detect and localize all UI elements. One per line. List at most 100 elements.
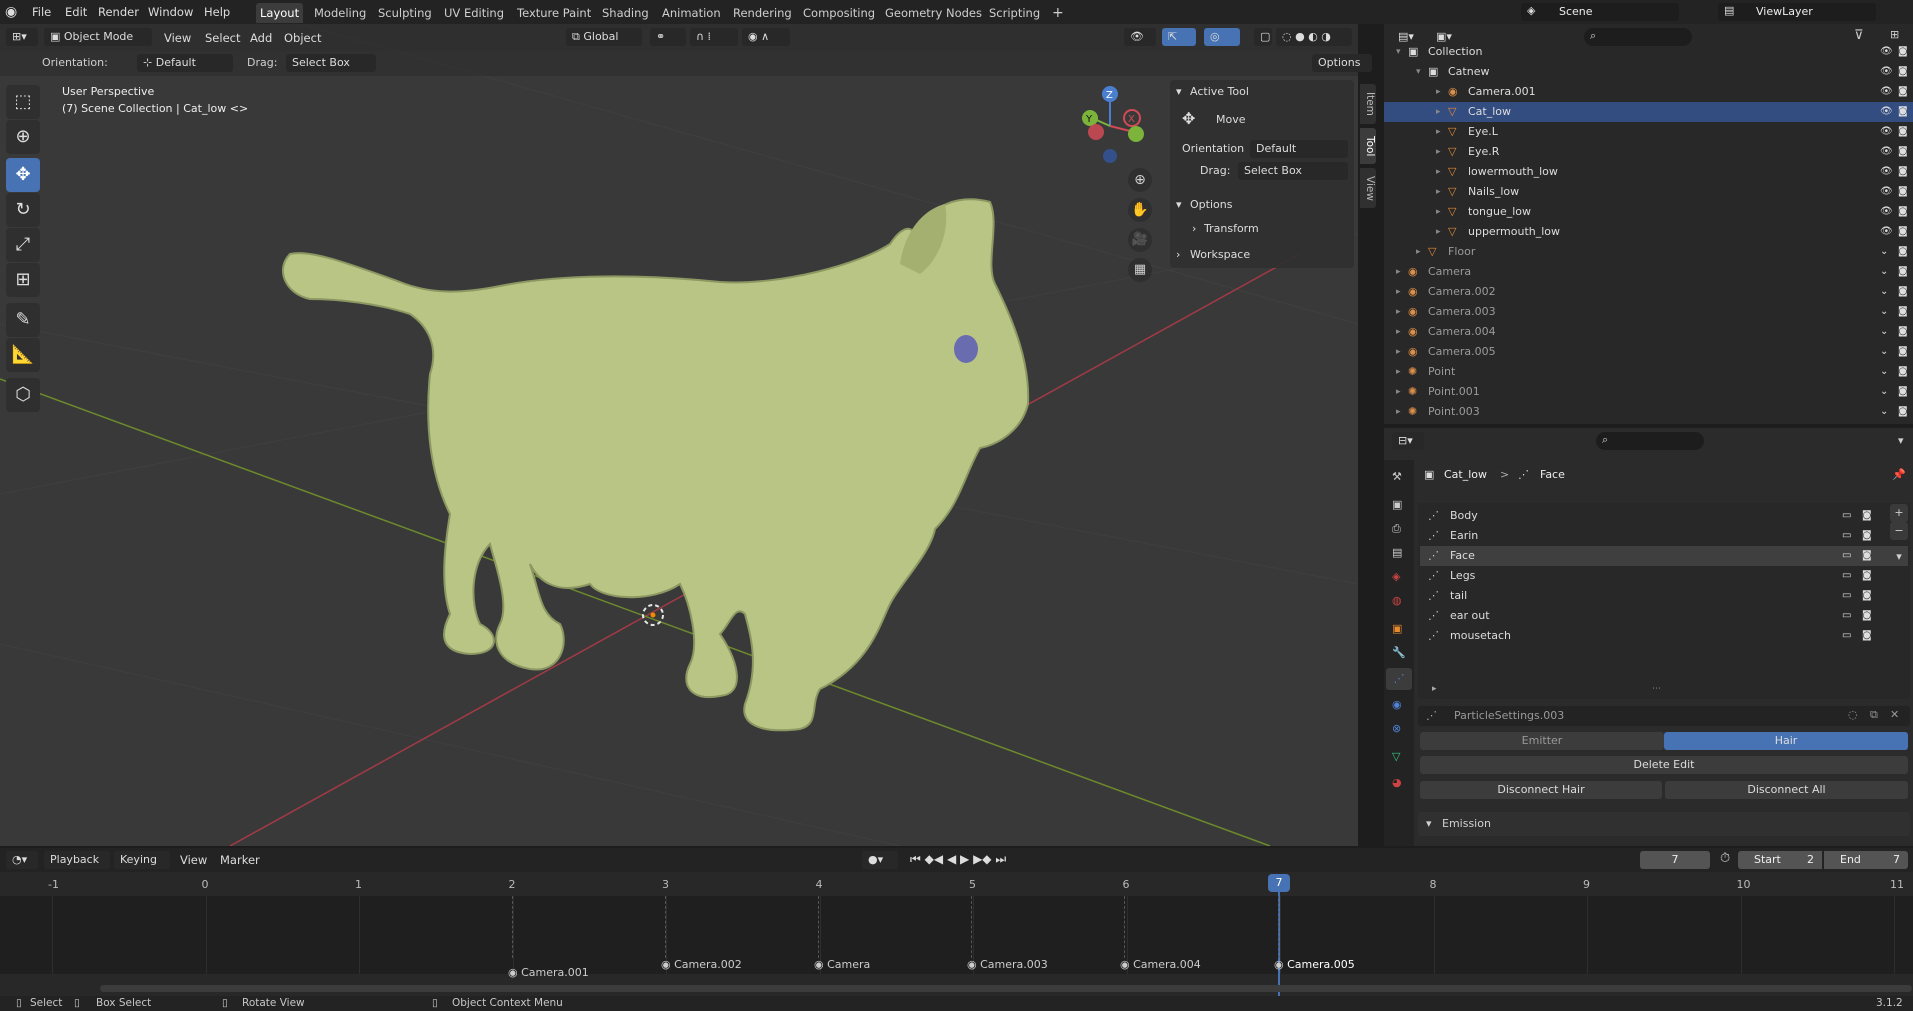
viewport-menu-add[interactable]: Add [250, 26, 272, 50]
new-collection-icon[interactable]: ⊞ [1890, 28, 1899, 41]
expand-chevron-icon[interactable]: ▸ [1436, 162, 1441, 182]
expand-chevron-icon[interactable]: ▾ [1416, 62, 1421, 82]
jump-end-icon[interactable]: ⏭ [995, 852, 1006, 866]
viewport-menu-select[interactable]: Select [205, 26, 240, 50]
expand-chevron-icon[interactable]: ▸ [1436, 122, 1441, 142]
panel-transform-label[interactable]: Transform [1204, 222, 1259, 235]
render-display-icon[interactable]: ◙ [1862, 506, 1872, 526]
zoom-icon[interactable]: ⊕ [1128, 168, 1152, 192]
expand-chevron-icon[interactable]: ▾ [1396, 42, 1401, 62]
panel-orientation-dropdown[interactable]: Default [1250, 140, 1348, 158]
cat-model[interactable] [281, 198, 1030, 732]
render-camera-icon[interactable]: ◙ [1898, 162, 1908, 182]
measure-tool-button[interactable]: 📐 [6, 338, 40, 372]
visibility-eye-icon[interactable]: ⌄ [1880, 322, 1888, 342]
particle-settings-selector[interactable]: ⋰ ParticleSettings.003 ◌ ⧉ ✕ [1418, 706, 1910, 726]
duplicate-icon[interactable]: ⧉ [1870, 708, 1878, 722]
expand-chevron-icon[interactable]: ▸ [1396, 342, 1401, 362]
render-camera-icon[interactable]: ◙ [1898, 122, 1908, 142]
outliner-row[interactable]: ▸ ✺ Point.003 ⌄ ◙ [1384, 402, 1913, 422]
viewport-display-icon[interactable]: ▭ [1842, 566, 1851, 586]
view-layer-selector[interactable]: ▤ ViewLayer [1718, 3, 1876, 21]
expand-chevron-icon[interactable]: ▸ [1396, 322, 1401, 342]
modifier-tab-icon[interactable]: 🔧 [1392, 646, 1406, 659]
render-camera-icon[interactable]: ◙ [1898, 62, 1908, 82]
menu-help[interactable]: Help [204, 0, 230, 24]
gizmo-neg-z[interactable] [1103, 149, 1117, 163]
active-tool-chevron-icon[interactable]: ▾ [1176, 85, 1182, 98]
playback-controls[interactable]: ⏮ ◆◀ ◀ ▶ ▶◆ ⏭ [910, 852, 1006, 867]
expand-chevron-icon[interactable]: ▸ [1396, 262, 1401, 282]
tab-layout[interactable]: Layout [256, 3, 304, 23]
camera-marker[interactable]: ◉ Camera.002 [661, 958, 742, 971]
delete-edit-button[interactable]: Delete Edit [1420, 756, 1908, 774]
render-camera-icon[interactable]: ◙ [1898, 242, 1908, 262]
render-camera-icon[interactable]: ◙ [1898, 342, 1908, 362]
hair-button[interactable]: Hair [1664, 732, 1908, 750]
outliner-row[interactable]: ▸ ◉ Camera.005 ⌄ ◙ [1384, 342, 1913, 362]
prev-keyframe-icon[interactable]: ◆◀ [925, 852, 943, 866]
timeline-scrollbar[interactable] [100, 985, 1912, 992]
list-menu-chevron-icon[interactable]: ▾ [1890, 548, 1908, 566]
viewport-display-icon[interactable]: ▭ [1842, 526, 1851, 546]
jump-start-icon[interactable]: ⏮ [910, 852, 921, 866]
viewport-menu-object[interactable]: Object [284, 26, 321, 50]
mode-selector[interactable]: ▣ Object Mode [44, 28, 152, 46]
visibility-eye-icon[interactable]: 👁 [1880, 122, 1893, 142]
tab-rendering[interactable]: Rendering [729, 3, 796, 23]
properties-search-input[interactable]: ⌕ [1596, 432, 1704, 450]
editor-type-button[interactable]: ⊞▾ [6, 28, 38, 46]
rotate-tool-button[interactable]: ↻ [6, 193, 40, 227]
visibility-eye-icon[interactable]: ⌄ [1880, 402, 1888, 422]
render-camera-icon[interactable]: ◙ [1898, 262, 1908, 282]
material-tab-icon[interactable]: ◕ [1392, 776, 1402, 789]
visibility-eye-icon[interactable]: ⌄ [1880, 382, 1888, 402]
disconnect-hair-button[interactable]: Disconnect Hair [1420, 781, 1662, 799]
outliner-row[interactable]: ▸ ▽ tongue_low 👁 ◙ [1384, 202, 1913, 222]
vertex-group-row[interactable]: ⋰ Legs ▭ ◙ [1420, 566, 1908, 586]
menu-edit[interactable]: Edit [65, 0, 87, 24]
visibility-eye-icon[interactable]: 👁 [1880, 42, 1893, 62]
visibility-eye-icon[interactable]: 👁 [1880, 162, 1893, 182]
expand-chevron-icon[interactable]: ▸ [1436, 102, 1441, 122]
visibility-eye-icon[interactable]: 👁 [1880, 202, 1893, 222]
sidebar-tab-tool[interactable]: Tool [1360, 128, 1376, 164]
playback-menu[interactable]: Playback [44, 851, 110, 869]
visibility-eye-icon[interactable]: ⌄ [1880, 362, 1888, 382]
tab-scripting[interactable]: Scripting [985, 3, 1044, 23]
camera-marker[interactable]: ◉ Camera.005 [1274, 958, 1355, 971]
world-tab-icon[interactable]: ◍ [1392, 594, 1402, 607]
render-camera-icon[interactable]: ◙ [1898, 42, 1908, 62]
options-chevron-icon[interactable]: ▾ [1176, 198, 1182, 211]
expand-chevron-icon[interactable]: ▸ [1396, 282, 1401, 302]
orientation-dropdown[interactable]: ⊹ Default [137, 54, 233, 72]
keying-menu[interactable]: Keying [114, 851, 170, 869]
render-display-icon[interactable]: ◙ [1862, 586, 1872, 606]
outliner-row[interactable]: ▸ ◉ Camera.004 ⌄ ◙ [1384, 322, 1913, 342]
shading-modes[interactable]: ◌ ● ◐ ◑ [1276, 28, 1352, 46]
vertex-group-row[interactable]: ⋰ mousetach ▭ ◙ [1420, 626, 1908, 646]
expand-chevron-icon[interactable]: ▸ [1436, 142, 1441, 162]
next-keyframe-icon[interactable]: ▶◆ [973, 852, 991, 866]
tool-tab-icon[interactable]: ⚒ [1392, 470, 1402, 483]
overlay-toggle[interactable]: ◎ [1204, 28, 1240, 46]
camera-view-icon[interactable]: 🎥 [1128, 228, 1152, 252]
render-camera-icon[interactable]: ◙ [1898, 202, 1908, 222]
pivot-point-selector[interactable]: ⚭ [650, 28, 686, 46]
outliner-row[interactable]: ▾ ▣ Collection 👁 ◙ [1384, 42, 1913, 62]
transform-orientation-selector[interactable]: ⧉ Global [566, 28, 642, 46]
viewport-display-icon[interactable]: ▭ [1842, 606, 1851, 626]
filter-icon[interactable]: ⊽ [1854, 28, 1864, 43]
3d-viewport[interactable] [0, 24, 1358, 846]
render-camera-icon[interactable]: ◙ [1898, 82, 1908, 102]
viewport-display-icon[interactable]: ▭ [1842, 546, 1851, 566]
outliner-row[interactable]: ▸ ◉ Camera ⌄ ◙ [1384, 262, 1913, 282]
object-tab-icon[interactable]: ▣ [1392, 622, 1402, 635]
render-display-icon[interactable]: ◙ [1862, 626, 1872, 646]
auto-keying-button[interactable]: ●▾ [862, 851, 898, 869]
viewport-display-icon[interactable]: ▭ [1842, 506, 1851, 526]
outliner-row[interactable]: ▸ ▽ Nails_low 👁 ◙ [1384, 182, 1913, 202]
data-tab-icon[interactable]: ▽ [1392, 750, 1400, 763]
panel-drag-dropdown[interactable]: Select Box [1238, 162, 1348, 180]
outliner-row[interactable]: ▸ ✺ Point ⌄ ◙ [1384, 362, 1913, 382]
